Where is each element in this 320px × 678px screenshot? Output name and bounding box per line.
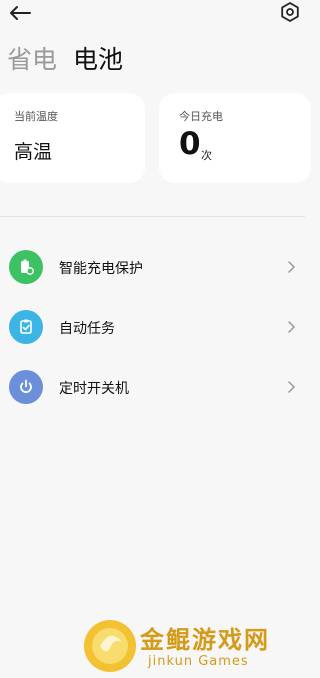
watermark-title: 金鲲游戏网 [140,626,270,654]
back-button[interactable] [6,2,34,24]
temperature-value: 高温 [14,141,53,163]
charge-count-unit: 次 [201,149,212,162]
list-item-smart-charging-protection[interactable]: 智能充电保护 [0,238,305,294]
charge-count-value: 0 [179,126,201,162]
battery-shield-icon [9,250,43,284]
list-item-auto-tasks[interactable]: 自动任务 [0,298,305,354]
list-item-label: 智能充电保护 [59,261,143,277]
list-item-label: 定时开关机 [59,381,129,397]
list-item-label: 自动任务 [59,321,115,337]
back-arrow-icon [10,6,31,20]
watermark: 金鲲游戏网 jinkun Games [80,612,305,678]
temperature-card: 当前温度 高温 [0,93,145,183]
power-icon [9,370,43,404]
top-bar [0,0,305,36]
settings-button[interactable] [279,1,301,23]
settings-icon [281,2,299,22]
charge-count-card: 今日充电 0 次 [159,93,311,183]
clipboard-icon [9,310,43,344]
chevron-right-icon [288,381,296,393]
tab-battery[interactable]: 电池 [73,44,123,76]
watermark-subtitle: jinkun Games [148,654,249,669]
list-item-scheduled-power[interactable]: 定时开关机 [0,358,305,414]
tab-bar: 省电 电池 [7,44,139,76]
tab-power-saving[interactable]: 省电 [7,44,57,76]
chevron-right-icon [288,321,296,333]
temperature-label: 当前温度 [14,110,58,123]
chevron-right-icon [288,261,296,273]
charge-count-label: 今日充电 [179,110,223,123]
watermark-logo-icon [84,620,136,672]
section-divider [0,216,305,217]
